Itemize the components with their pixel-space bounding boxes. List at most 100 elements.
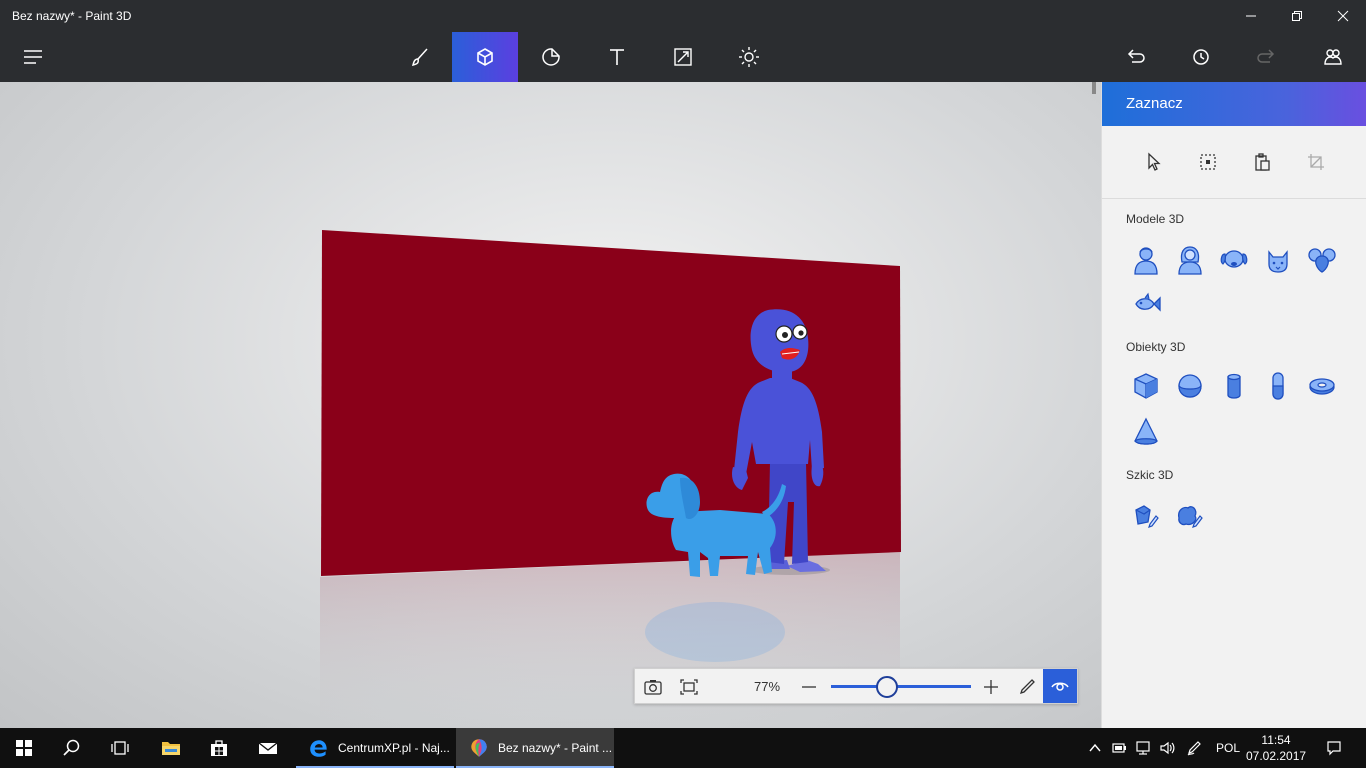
cube-shape-icon <box>1134 373 1158 399</box>
cylinder-icon <box>1227 373 1241 399</box>
bear-icon <box>1308 248 1336 273</box>
3d-scene <box>320 230 901 728</box>
camera-icon <box>644 680 662 695</box>
redo-icon <box>1257 49 1275 63</box>
brushes-tool[interactable] <box>386 32 452 82</box>
taskbar-app-label: CentrumXP.pl - Naj... <box>338 741 450 755</box>
close-button[interactable] <box>1320 0 1366 32</box>
battery-tray[interactable] <box>1108 728 1130 768</box>
cylinder-object-button[interactable] <box>1214 366 1254 406</box>
paint3d-icon <box>471 739 487 757</box>
menu-button[interactable] <box>0 32 66 82</box>
select-tool[interactable] <box>1134 144 1174 180</box>
restore-button[interactable] <box>1274 0 1320 32</box>
undo-icon <box>1127 49 1145 63</box>
resize-icon <box>674 48 692 66</box>
search-icon <box>63 739 80 756</box>
torus-icon <box>1309 378 1335 395</box>
3d-objects-tool[interactable] <box>452 32 518 82</box>
pencil-icon <box>1019 679 1035 695</box>
minimize-button[interactable] <box>1228 0 1274 32</box>
clock[interactable]: 11:54 07.02.2017 <box>1246 732 1306 764</box>
section-label-models: Modele 3D <box>1126 212 1185 226</box>
man-model-button[interactable] <box>1126 240 1166 280</box>
crop-tool[interactable] <box>1296 144 1336 180</box>
search-button[interactable] <box>48 728 96 768</box>
taskbar-app-label: Bez nazwy* - Paint ... <box>498 741 613 755</box>
zoom-bar: 77% <box>634 668 1078 704</box>
cube-object-button[interactable] <box>1126 366 1166 406</box>
language-indicator: POL <box>1215 741 1240 755</box>
capsule-object-button[interactable] <box>1258 366 1298 406</box>
man-icon <box>1134 247 1158 275</box>
mail-button[interactable] <box>244 728 292 768</box>
fish-icon <box>1135 292 1161 312</box>
input-language-tray[interactable]: POL <box>1210 728 1246 768</box>
history-button[interactable] <box>1168 32 1234 82</box>
zoom-slider-track[interactable] <box>831 685 971 688</box>
view-3d-toggle[interactable] <box>1043 669 1077 703</box>
panel-title: Zaznacz <box>1126 95 1183 112</box>
canvas-scrollbar[interactable] <box>1092 82 1096 94</box>
text-icon <box>610 49 624 65</box>
network-tray[interactable] <box>1132 728 1154 768</box>
eye-icon <box>1051 682 1069 691</box>
stickers-tool[interactable] <box>518 32 584 82</box>
text-tool[interactable] <box>584 32 650 82</box>
mail-icon <box>258 742 278 754</box>
task-view-button[interactable] <box>96 728 144 768</box>
sun-icon <box>739 47 759 67</box>
store-button[interactable] <box>196 728 242 768</box>
windows-logo-icon <box>16 740 32 756</box>
zoom-in-button[interactable] <box>973 669 1009 705</box>
chevron-up-icon <box>1089 743 1101 752</box>
magic-select-tool[interactable] <box>1188 144 1228 180</box>
battery-icon <box>1112 743 1126 753</box>
effects-tool[interactable] <box>716 32 782 82</box>
fit-to-view-button[interactable] <box>671 669 707 705</box>
bear-model-button[interactable] <box>1302 240 1342 280</box>
clipboard-icon <box>1255 153 1270 171</box>
title-bar: Bez nazwy* - Paint 3D <box>0 0 1366 32</box>
cone-object-button[interactable] <box>1126 412 1166 452</box>
start-button[interactable] <box>0 728 48 768</box>
main-toolbar <box>0 32 1366 82</box>
taskbar-app-edge[interactable]: CentrumXP.pl - Naj... <box>296 728 454 768</box>
zoom-slider-thumb[interactable] <box>876 676 898 698</box>
volume-tray[interactable] <box>1156 728 1178 768</box>
undo-button[interactable] <box>1102 32 1168 82</box>
section-label-objects: Obiekty 3D <box>1126 340 1186 354</box>
canvas-tool[interactable] <box>650 32 716 82</box>
action-center-button[interactable] <box>1318 728 1350 768</box>
hamburger-menu-icon <box>24 50 42 64</box>
cat-model-button[interactable] <box>1258 240 1298 280</box>
crop-icon <box>1308 154 1324 170</box>
section-label-sketch: Szkic 3D <box>1126 468 1174 482</box>
edit-button[interactable] <box>1009 669 1045 705</box>
marquee-icon <box>1200 154 1216 170</box>
remix-button[interactable] <box>1300 32 1366 82</box>
sphere-object-button[interactable] <box>1170 366 1210 406</box>
show-hidden-icons-button[interactable] <box>1084 728 1106 768</box>
soft-doodle-button[interactable] <box>1170 496 1210 536</box>
paste-tool[interactable] <box>1242 144 1282 180</box>
sharp-doodle-button[interactable] <box>1126 496 1166 536</box>
drawing-canvas[interactable] <box>0 82 1101 728</box>
taskbar-app-paint3d[interactable]: Bez nazwy* - Paint ... <box>456 728 614 768</box>
taskbar: CentrumXP.pl - Naj... Bez nazwy* - Paint… <box>0 728 1366 768</box>
zoom-out-button[interactable] <box>791 669 827 705</box>
cat-icon <box>1268 250 1288 273</box>
fish-model-button[interactable] <box>1126 284 1166 324</box>
pen-workspace-tray[interactable] <box>1182 728 1206 768</box>
screenshot-button[interactable] <box>635 669 671 705</box>
dog-model-button[interactable] <box>1214 240 1254 280</box>
cursor-icon <box>1148 152 1161 171</box>
torus-object-button[interactable] <box>1302 366 1342 406</box>
redo-button[interactable] <box>1234 32 1300 82</box>
file-explorer-button[interactable] <box>148 728 194 768</box>
cube-icon <box>477 48 493 66</box>
woman-model-button[interactable] <box>1170 240 1210 280</box>
speaker-icon <box>1160 741 1175 755</box>
clock-date: 07.02.2017 <box>1246 749 1307 763</box>
task-view-icon <box>111 741 129 755</box>
